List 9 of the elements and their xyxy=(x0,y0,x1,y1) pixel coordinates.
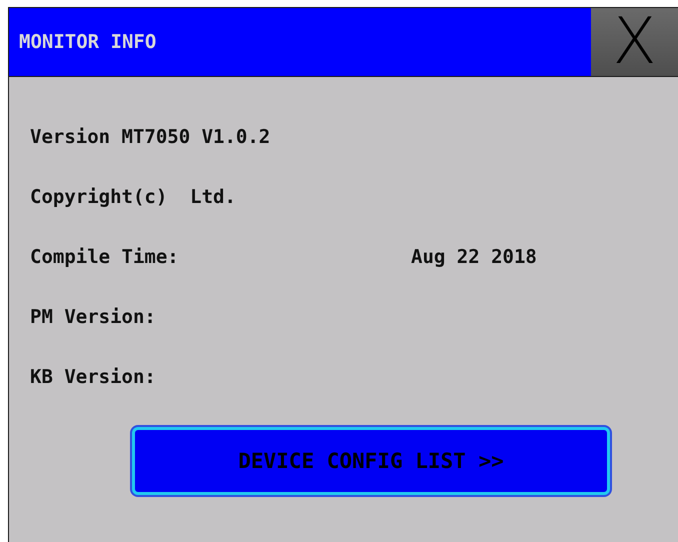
info-label: Compile Time: xyxy=(30,246,180,268)
close-button[interactable]: X xyxy=(591,8,678,76)
info-label: Version MT7050 V1.0.2 xyxy=(30,126,272,148)
info-label: KB Version: xyxy=(30,366,157,388)
info-label: PM Version: xyxy=(30,306,157,328)
info-label: Copyright(c) Ltd. xyxy=(30,186,237,208)
window-title: MONITOR INFO xyxy=(18,31,158,53)
device-config-button[interactable]: DEVICE CONFIG LIST >> xyxy=(132,427,610,495)
info-value: Aug 22 2018 xyxy=(411,246,537,268)
